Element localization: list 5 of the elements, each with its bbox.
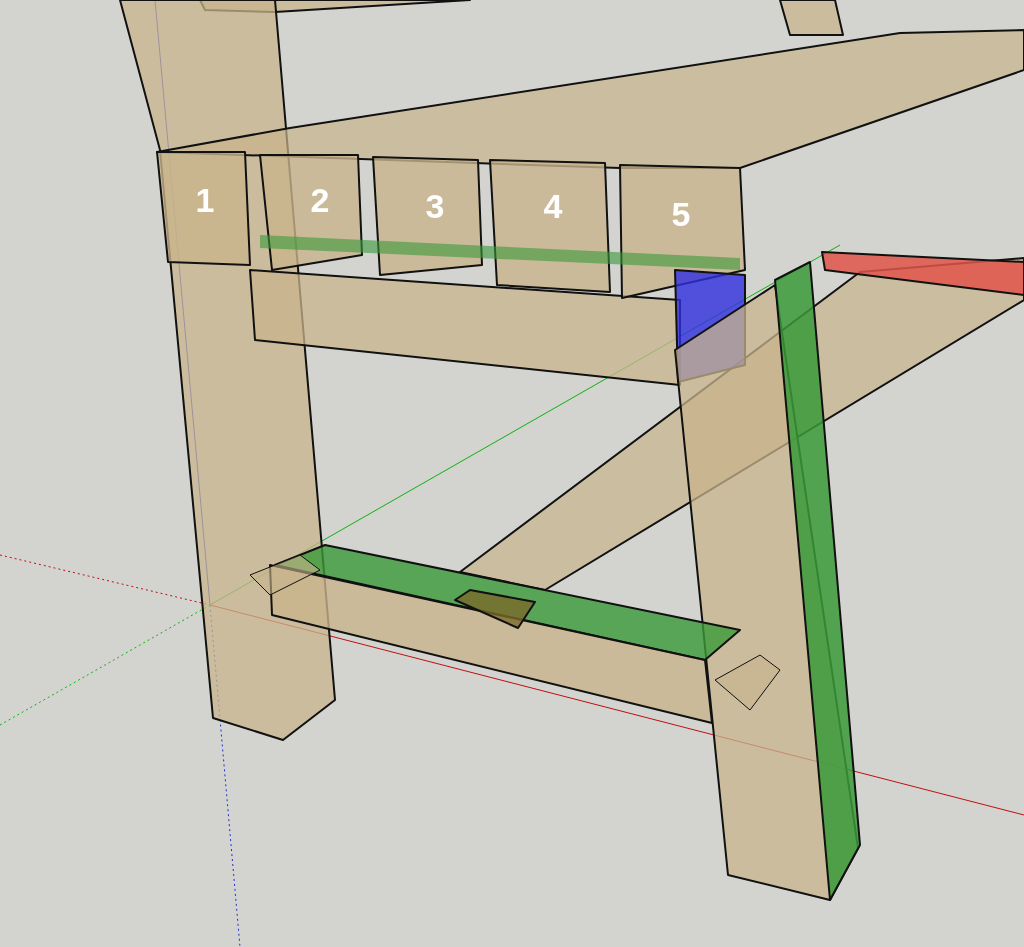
board-number: 3: [425, 187, 445, 225]
board-number: 2: [310, 181, 330, 219]
board-number: 4: [543, 187, 563, 225]
board-number: 1: [195, 181, 215, 219]
board-number: 5: [671, 195, 691, 233]
